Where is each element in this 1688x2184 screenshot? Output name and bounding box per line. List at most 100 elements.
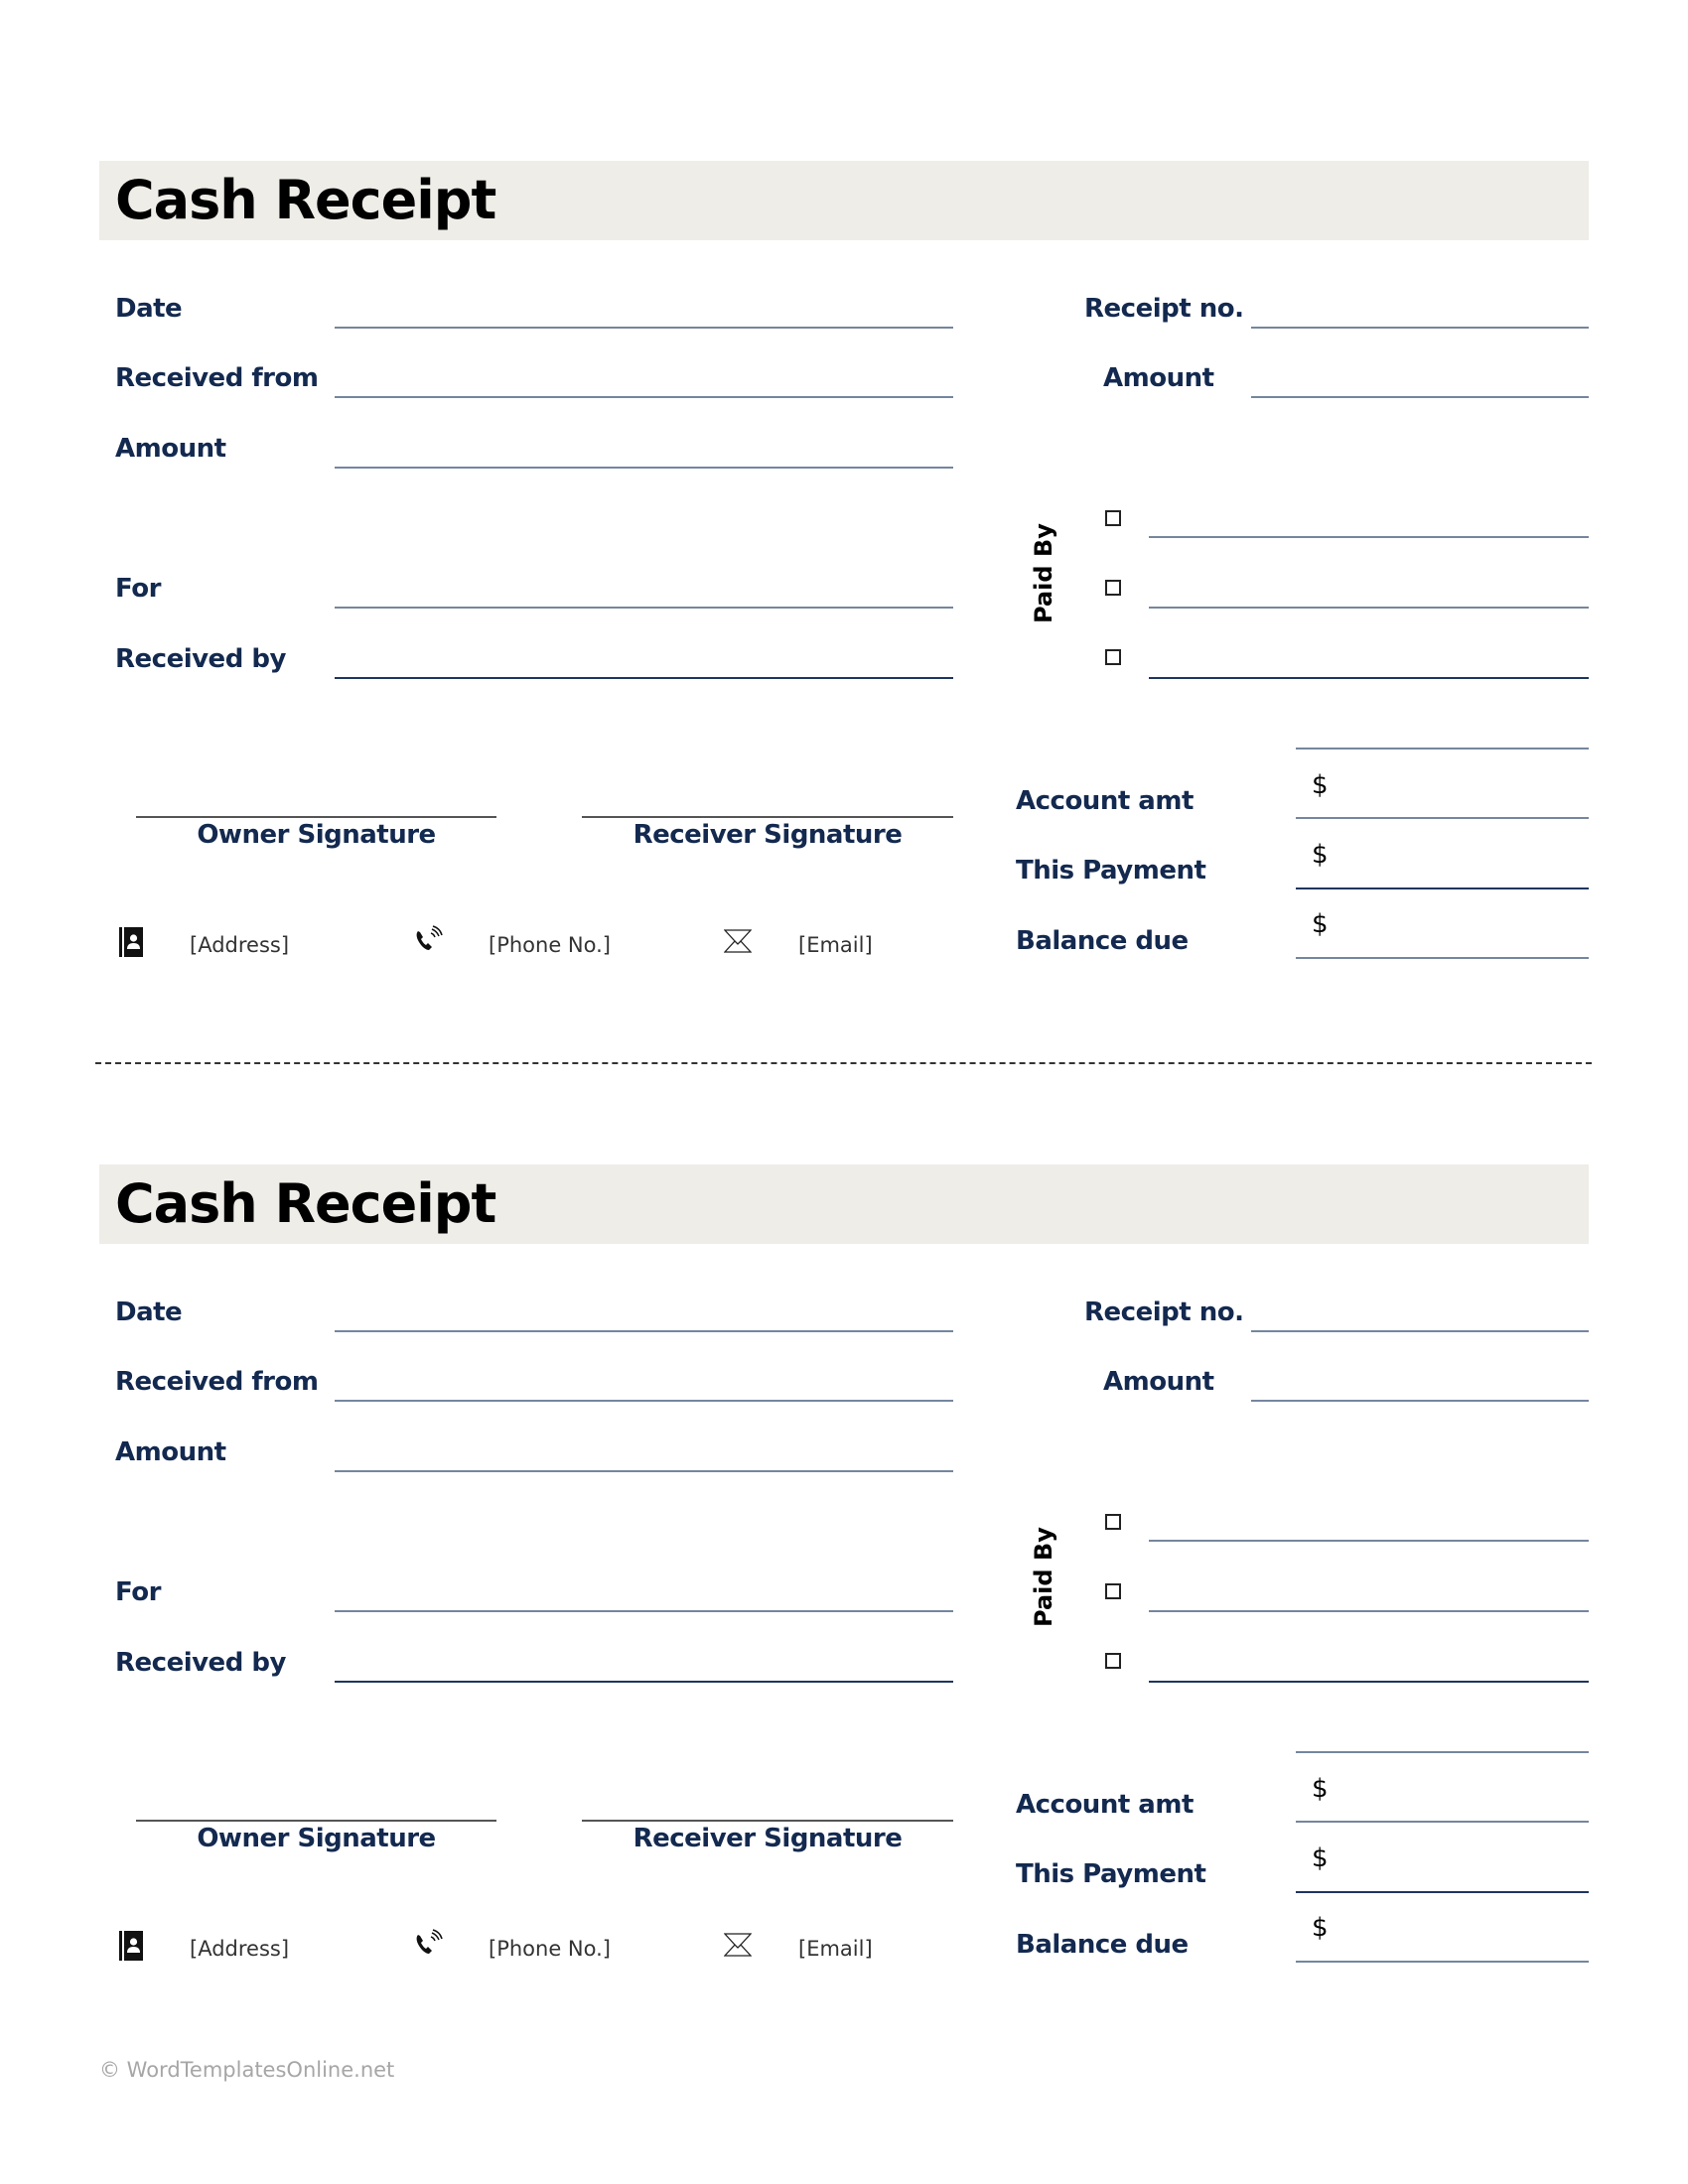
for-field[interactable] — [335, 1580, 957, 1612]
date-underline — [335, 1330, 953, 1332]
paid-by-underline-1 — [1149, 1540, 1589, 1542]
balance-due-label: Balance due — [1016, 926, 1189, 956]
received-by-label: Received by — [115, 644, 286, 674]
owner-signature-line[interactable] — [136, 1820, 496, 1822]
for-underline — [335, 1610, 953, 1612]
received-by-label: Received by — [115, 1648, 286, 1678]
balance-due-underline — [1296, 1961, 1589, 1963]
paid-by-method-1-field[interactable] — [1149, 1510, 1593, 1542]
copyright-footer: © WordTemplatesOnline.net — [99, 2058, 395, 2082]
address-book-icon — [119, 1931, 143, 1961]
paid-by-underline-3 — [1149, 677, 1589, 679]
balance-due-field[interactable] — [1336, 1916, 1593, 1948]
receiver-signature-label: Receiver Signature — [633, 820, 903, 850]
account-amt-field[interactable] — [1336, 1777, 1593, 1809]
receipt-no-underline — [1251, 1330, 1589, 1332]
amount-field[interactable] — [335, 1440, 957, 1472]
received-from-underline — [335, 396, 953, 398]
balance-due-label: Balance due — [1016, 1930, 1189, 1960]
owner-signature-label: Owner Signature — [197, 1824, 436, 1853]
paid-by-method-3-field[interactable] — [1149, 1651, 1593, 1683]
account-amt-currency: $ — [1312, 1774, 1329, 1804]
paid-by-checkbox-2[interactable] — [1105, 1583, 1121, 1599]
paid-by-checkbox-1[interactable] — [1105, 510, 1121, 526]
receipt-no-field[interactable] — [1251, 297, 1593, 329]
paid-by-method-1-field[interactable] — [1149, 506, 1593, 538]
totals-top-rule — [1296, 1751, 1589, 1753]
phone-text: [Phone No.] — [489, 933, 611, 957]
paid-by-method-2-field[interactable] — [1149, 577, 1593, 609]
for-label: For — [115, 574, 161, 604]
date-field[interactable] — [335, 1300, 957, 1332]
receipt-no-field[interactable] — [1251, 1300, 1593, 1332]
balance-due-underline — [1296, 957, 1589, 959]
received-from-label: Received from — [115, 363, 319, 393]
paid-by-checkbox-1[interactable] — [1105, 1514, 1121, 1530]
date-field[interactable] — [335, 297, 957, 329]
account-amt-underline — [1296, 1821, 1589, 1823]
receipt-title: Cash Receipt — [115, 169, 496, 231]
this-payment-currency: $ — [1312, 840, 1329, 870]
amount-right-underline — [1251, 396, 1589, 398]
receiver-signature-line[interactable] — [582, 816, 953, 818]
paid-by-label: Paid By — [1030, 1527, 1057, 1627]
paid-by-checkbox-2[interactable] — [1105, 580, 1121, 596]
paid-by-checkbox-3[interactable] — [1105, 649, 1121, 665]
date-label: Date — [115, 1297, 183, 1327]
received-by-field[interactable] — [335, 1651, 957, 1683]
amount-label: Amount — [115, 434, 226, 464]
amount-field[interactable] — [335, 437, 957, 469]
amount-right-field[interactable] — [1251, 366, 1593, 398]
for-label: For — [115, 1577, 161, 1607]
address-text: [Address] — [190, 933, 290, 957]
this-payment-field[interactable] — [1336, 1846, 1593, 1878]
received-from-field[interactable] — [335, 1370, 957, 1402]
account-amt-label: Account amt — [1016, 786, 1194, 816]
owner-signature-line[interactable] — [136, 816, 496, 818]
received-by-field[interactable] — [335, 647, 957, 679]
receiver-signature-line[interactable] — [582, 1820, 953, 1822]
owner-signature-label: Owner Signature — [197, 820, 436, 850]
this-payment-label: This Payment — [1016, 856, 1206, 886]
email-text: [Email] — [798, 1937, 873, 1961]
title-band: Cash Receipt — [99, 161, 1589, 240]
address-book-icon — [119, 927, 143, 957]
totals-top-rule — [1296, 748, 1589, 750]
paid-by-underline-3 — [1149, 1681, 1589, 1683]
received-from-field[interactable] — [335, 366, 957, 398]
date-label: Date — [115, 294, 183, 324]
paid-by-underline-2 — [1149, 607, 1589, 609]
paid-by-method-2-field[interactable] — [1149, 1580, 1593, 1612]
receipt-no-label: Receipt no. — [1084, 294, 1244, 324]
amount-underline — [335, 467, 953, 469]
account-amt-field[interactable] — [1336, 773, 1593, 805]
for-field[interactable] — [335, 577, 957, 609]
envelope-icon — [724, 929, 752, 953]
balance-due-currency: $ — [1312, 909, 1329, 939]
amount-right-label: Amount — [1103, 363, 1214, 393]
this-payment-field[interactable] — [1336, 843, 1593, 875]
paid-by-underline-2 — [1149, 1610, 1589, 1612]
account-amt-label: Account amt — [1016, 1790, 1194, 1820]
amount-right-underline — [1251, 1400, 1589, 1402]
amount-underline — [335, 1470, 953, 1472]
receiver-signature-label: Receiver Signature — [633, 1824, 903, 1853]
this-payment-currency: $ — [1312, 1843, 1329, 1873]
paid-by-underline-1 — [1149, 536, 1589, 538]
for-underline — [335, 607, 953, 609]
received-from-underline — [335, 1400, 953, 1402]
amount-right-field[interactable] — [1251, 1370, 1593, 1402]
receipt-no-underline — [1251, 327, 1589, 329]
amount-right-label: Amount — [1103, 1367, 1214, 1397]
receipt-title: Cash Receipt — [115, 1172, 496, 1235]
address-text: [Address] — [190, 1937, 290, 1961]
paid-by-checkbox-3[interactable] — [1105, 1653, 1121, 1669]
amount-label: Amount — [115, 1437, 226, 1467]
this-payment-label: This Payment — [1016, 1859, 1206, 1889]
paid-by-method-3-field[interactable] — [1149, 647, 1593, 679]
this-payment-underline — [1296, 887, 1589, 889]
envelope-icon — [724, 1933, 752, 1957]
phone-icon — [416, 1929, 443, 1954]
balance-due-field[interactable] — [1336, 912, 1593, 944]
phone-icon — [416, 925, 443, 950]
